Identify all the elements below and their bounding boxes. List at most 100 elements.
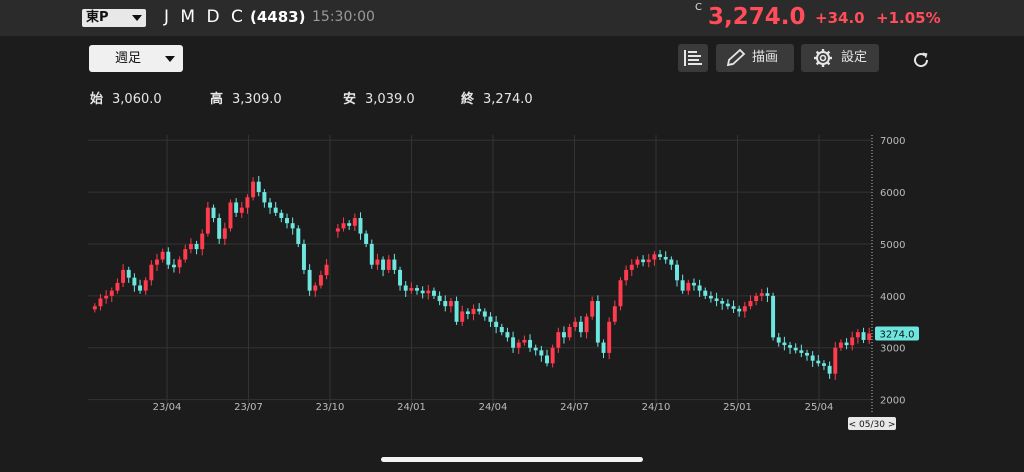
- exchange-select[interactable]: 東P: [82, 9, 146, 27]
- candle: [200, 229, 205, 256]
- x-tick-label: 24/04: [479, 402, 508, 413]
- candle-body: [494, 321, 499, 327]
- price-change-percent: +1.05%: [876, 9, 941, 27]
- candle: [465, 308, 470, 320]
- candle-body: [341, 223, 346, 229]
- candle: [268, 198, 273, 214]
- candle: [477, 303, 482, 315]
- candle: [708, 291, 713, 303]
- candle: [680, 274, 685, 294]
- candle: [697, 279, 702, 297]
- candle: [324, 259, 329, 280]
- candle: [398, 266, 403, 291]
- candle-body: [437, 295, 442, 302]
- candle-body: [754, 295, 759, 302]
- candle-body: [132, 277, 137, 286]
- candle-body: [307, 269, 312, 291]
- candle: [437, 291, 442, 306]
- candle: [228, 199, 233, 232]
- candle: [703, 287, 708, 299]
- candle: [443, 295, 448, 312]
- draw-label: 描画: [752, 50, 779, 65]
- candle-body: [686, 282, 691, 291]
- candle: [335, 223, 340, 238]
- x-tick-label: 24/01: [397, 402, 426, 413]
- candle: [488, 312, 493, 327]
- period-select[interactable]: 週足: [89, 45, 183, 72]
- candle-body: [279, 212, 284, 219]
- candlestick-series: [92, 175, 872, 380]
- candle-body: [358, 218, 363, 234]
- candle: [793, 343, 798, 354]
- candle-body: [561, 332, 566, 338]
- refresh-icon[interactable]: [910, 49, 932, 71]
- candle-body: [448, 301, 453, 307]
- candle: [720, 297, 725, 310]
- cursor-date-badge[interactable]: < 05/30 >: [848, 417, 896, 430]
- settings-button[interactable]: 設定: [801, 44, 879, 72]
- candle-body: [262, 192, 267, 203]
- candle: [234, 198, 239, 217]
- candle-body: [398, 269, 403, 286]
- candle: [771, 292, 776, 341]
- low-value: 3,039.0: [365, 92, 415, 107]
- chevron-down-icon: [165, 56, 175, 62]
- candle-body: [567, 326, 572, 338]
- candle-body: [499, 326, 504, 333]
- candle-body: [109, 290, 114, 296]
- y-tick-label: 4000: [880, 292, 905, 303]
- candle: [545, 349, 549, 367]
- candle: [222, 222, 227, 245]
- y-tick-label: 5000: [880, 240, 905, 251]
- x-tick-label: 24/07: [560, 402, 589, 413]
- period-label: 週足: [114, 51, 141, 66]
- high-label: 高: [210, 92, 224, 107]
- candle-body: [522, 339, 527, 343]
- candle: [805, 349, 809, 361]
- candle-body: [149, 264, 154, 281]
- candle-body: [98, 298, 103, 307]
- cursor-date-label: < 05/30 >: [849, 420, 896, 430]
- exchange-label: 東P: [86, 10, 109, 25]
- candle: [748, 295, 753, 310]
- candle-body: [482, 311, 487, 317]
- candle: [522, 335, 527, 346]
- candle-body: [573, 321, 578, 327]
- candle: [635, 256, 640, 268]
- candle: [782, 336, 787, 351]
- candle-body: [443, 301, 448, 307]
- candle-body: [737, 308, 742, 312]
- candle: [556, 327, 561, 353]
- candle-body: [239, 207, 244, 213]
- candle-body: [92, 306, 97, 310]
- candle: [460, 305, 465, 326]
- candle: [601, 339, 606, 359]
- chevron-down-icon: [132, 15, 142, 21]
- candle: [239, 201, 244, 219]
- candle: [799, 344, 804, 358]
- candle-body: [177, 259, 182, 268]
- candle: [742, 301, 747, 318]
- home-indicator[interactable]: [381, 457, 643, 462]
- candle-body: [511, 337, 516, 348]
- candle: [567, 323, 572, 341]
- candle-body: [420, 290, 425, 294]
- stock-code: (4483): [250, 8, 306, 26]
- candle-body: [296, 228, 301, 244]
- candle-body: [166, 251, 171, 265]
- candle: [273, 201, 278, 216]
- candle-body: [584, 316, 589, 333]
- draw-button[interactable]: 描画: [716, 44, 794, 72]
- candle-body: [488, 316, 493, 322]
- candle: [415, 284, 419, 295]
- candle: [448, 297, 453, 313]
- header-bar: [0, 0, 1024, 36]
- indicator-button[interactable]: [678, 44, 708, 72]
- candle: [301, 239, 306, 275]
- close-label: 終: [461, 92, 475, 107]
- candle-body: [748, 301, 753, 307]
- candle: [658, 249, 663, 261]
- candle: [624, 265, 629, 286]
- candle-body: [465, 311, 470, 315]
- candle-body: [545, 355, 549, 364]
